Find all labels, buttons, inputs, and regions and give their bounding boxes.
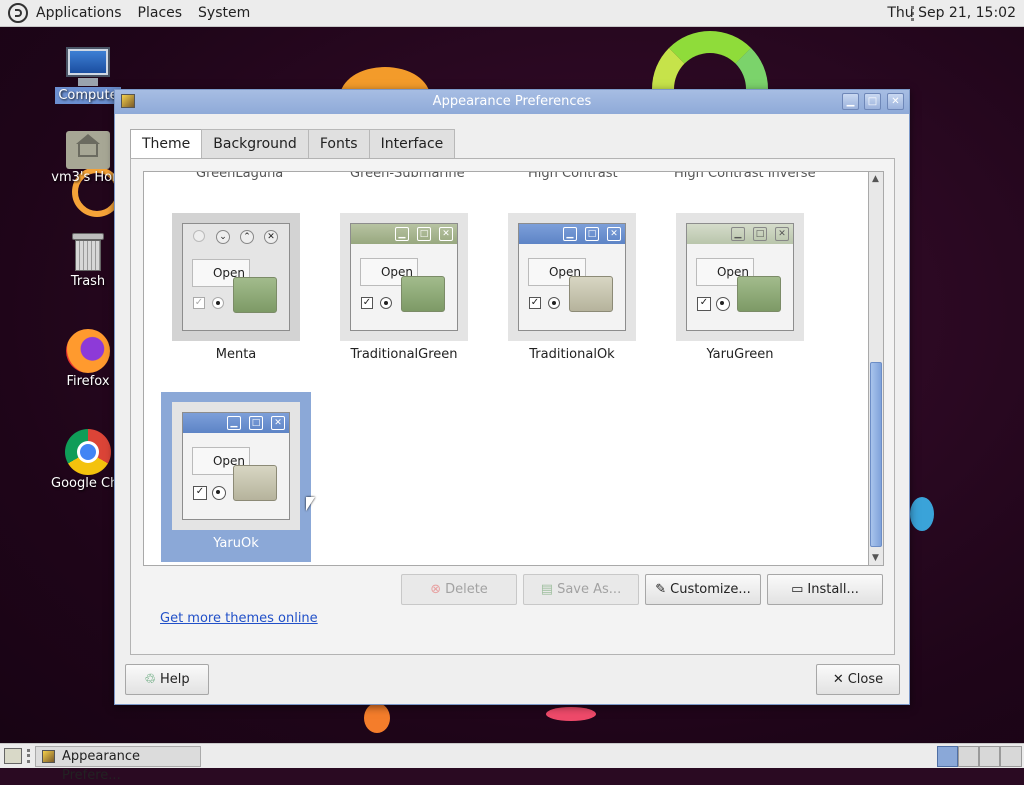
theme-name: YaruGreen: [706, 347, 774, 362]
theme-item-yarugreen[interactable]: ▁ □ ✕ Open ✓ YaruGreen: [665, 203, 815, 373]
clock[interactable]: Thu Sep 21, 15:02: [887, 5, 1016, 21]
help-button[interactable]: ♲ Help: [125, 664, 209, 695]
window-title: Appearance Preferences: [432, 94, 592, 109]
scrollbar-thumb[interactable]: [870, 362, 882, 547]
save-icon: ▤: [540, 582, 554, 597]
computer-icon: [64, 47, 112, 87]
theme-item-traditionalgreen[interactable]: ▁ □ ✕ Open ✓ TraditionalGreen: [329, 203, 479, 373]
menu-places[interactable]: Places: [130, 5, 191, 21]
theme-name: TraditionalGreen: [350, 347, 458, 362]
folder-icon: [401, 276, 445, 312]
desktop-icon-label: Trash: [70, 274, 106, 289]
theme-label-partial: High Contrast: [528, 171, 618, 181]
theme-thumbnail: ▁ □ ✕ Open ✓: [676, 213, 804, 341]
install-button[interactable]: ▭ Install...: [767, 574, 883, 605]
theme-label-partial: High Contrast Inverse: [674, 171, 816, 181]
close-icon: ✕: [832, 672, 844, 687]
show-desktop-icon[interactable]: [4, 748, 22, 764]
scroll-up-arrow-icon[interactable]: ▲: [872, 174, 879, 184]
tab-theme[interactable]: Theme: [130, 129, 203, 160]
theme-item-traditionalok[interactable]: ▁ □ ✕ Open ✓ TraditionalOk: [497, 203, 647, 373]
bottom-panel: Appearance Prefere...: [0, 743, 1024, 783]
theme-name: Menta: [215, 347, 257, 362]
tab-background[interactable]: Background: [201, 129, 309, 158]
taskbar-item-appearance[interactable]: Appearance Prefere...: [35, 746, 201, 783]
customize-button[interactable]: ✎ Customize...: [645, 574, 761, 605]
window-titlebar[interactable]: Appearance Preferences ▁ □ ✕: [115, 90, 909, 114]
desktop-icon-label: Firefox: [66, 374, 110, 389]
theme-thumbnail: ▁ □ ✕ Open ✓: [508, 213, 636, 341]
folder-icon: [233, 465, 277, 501]
tab-fonts[interactable]: Fonts: [307, 129, 370, 158]
app-icon: [42, 750, 55, 763]
workspace-4[interactable]: [1000, 746, 1022, 767]
theme-label-partial: Green-Submarine: [350, 171, 465, 181]
workspace-2[interactable]: [958, 746, 979, 767]
theme-item-menta[interactable]: ⌄ ⌃ ✕ Open ✓ Menta: [161, 203, 311, 373]
scroll-down-arrow-icon[interactable]: ▼: [872, 553, 879, 563]
install-icon: ▭: [791, 582, 804, 597]
firefox-icon: [66, 329, 110, 373]
theme-list-scrollbar[interactable]: ▲ ▼: [868, 171, 884, 566]
delete-icon: ⊗: [430, 582, 442, 597]
folder-icon: [569, 276, 613, 312]
menu-system[interactable]: System: [190, 5, 258, 21]
trash-icon: [70, 231, 106, 273]
theme-thumbnail: ▁ □ ✕ Open ✓: [340, 213, 468, 341]
wallpaper-blob-orange-2: [364, 703, 390, 733]
help-icon: ♲: [144, 672, 156, 687]
appearance-preferences-window: Appearance Preferences ▁ □ ✕ Theme Backg…: [114, 89, 910, 705]
folder-icon: [233, 277, 277, 313]
theme-name: YaruOk: [213, 536, 259, 551]
close-window-button[interactable]: ✕: [887, 93, 904, 110]
minimize-button[interactable]: ▁: [842, 93, 859, 110]
desktop-icon-label: Compute: [55, 87, 121, 104]
theme-name: TraditionalOk: [529, 347, 615, 362]
top-panel: Applications Places System Thu Sep 21, 1…: [0, 0, 1024, 27]
home-folder-icon: [66, 131, 110, 169]
theme-thumbnail: ▁ □ ✕ Open ✓: [172, 402, 300, 530]
tab-interface[interactable]: Interface: [368, 129, 456, 158]
tab-strip: Theme Background Fonts Interface: [130, 129, 456, 160]
chrome-icon: [65, 429, 111, 475]
theme-item-yaruok[interactable]: ▁ □ ✕ Open ✓ YaruOk: [161, 392, 311, 562]
close-button[interactable]: ✕ Close: [816, 664, 900, 695]
menu-applications[interactable]: Applications: [28, 5, 130, 21]
theme-list[interactable]: GreenLaguna Green-Submarine High Contras…: [143, 171, 869, 566]
save-as-button[interactable]: ▤ Save As...: [523, 574, 639, 605]
theme-page: GreenLaguna Green-Submarine High Contras…: [130, 158, 895, 655]
distro-logo-icon[interactable]: [8, 3, 28, 23]
wallpaper-blob-pink: [546, 707, 596, 721]
edit-icon: ✎: [655, 582, 667, 597]
workspace-3[interactable]: [979, 746, 1000, 767]
mouse-cursor-icon: [306, 497, 315, 511]
workspace-1[interactable]: [937, 746, 958, 767]
delete-button[interactable]: ⊗ Delete: [401, 574, 517, 605]
panel-handle-icon: [27, 749, 30, 763]
wallpaper-blob-blue: [910, 497, 934, 531]
get-more-themes-link[interactable]: Get more themes online: [160, 611, 318, 626]
theme-thumbnail: ⌄ ⌃ ✕ Open ✓: [172, 213, 300, 341]
maximize-button[interactable]: □: [864, 93, 881, 110]
folder-icon: [737, 276, 781, 312]
theme-label-partial: GreenLaguna: [196, 171, 284, 181]
